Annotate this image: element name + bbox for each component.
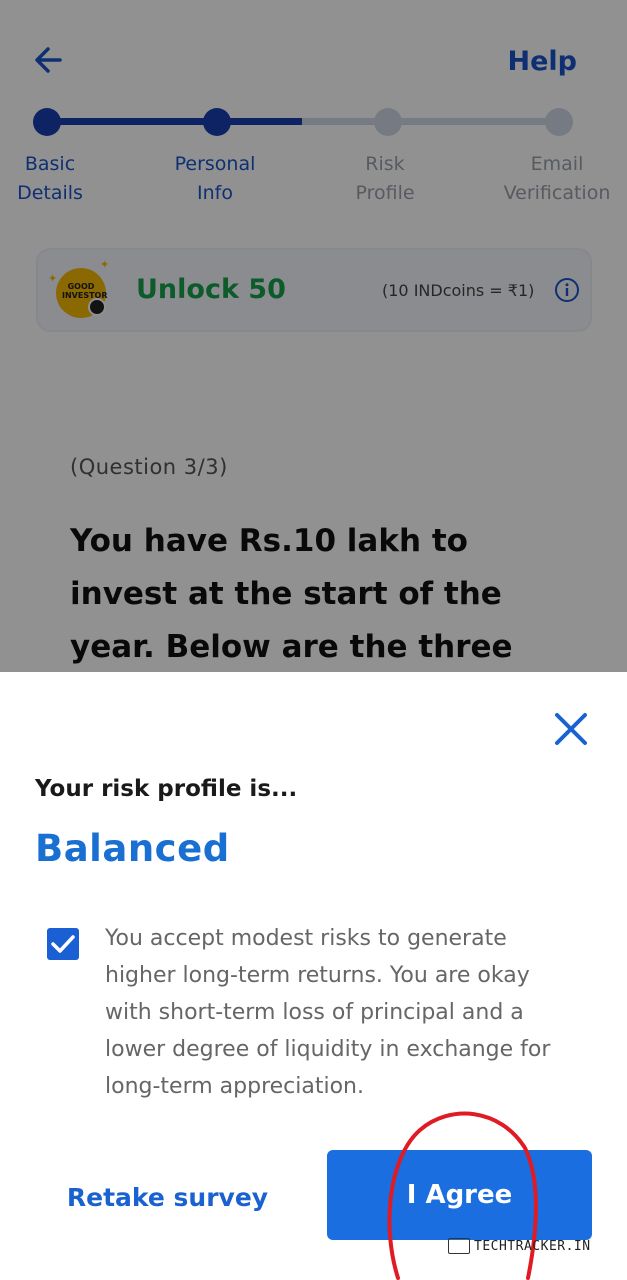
risk-profile-description: You accept modest risks to generate high… <box>105 926 551 1099</box>
risk-profile-name: Balanced <box>35 827 230 870</box>
watermark-logo-icon <box>448 1238 470 1254</box>
watermark-text: TECHTRACKER.IN <box>474 1238 591 1254</box>
watermark: TECHTRACKER.IN <box>448 1237 591 1255</box>
retake-survey-button[interactable]: Retake survey <box>60 1162 275 1232</box>
accept-checkbox[interactable] <box>47 928 79 960</box>
close-button[interactable] <box>550 708 592 750</box>
checkmark-icon <box>51 935 75 953</box>
modal-backdrop[interactable] <box>0 0 627 672</box>
close-icon <box>555 713 587 745</box>
sheet-subtitle: Your risk profile is... <box>35 776 298 802</box>
